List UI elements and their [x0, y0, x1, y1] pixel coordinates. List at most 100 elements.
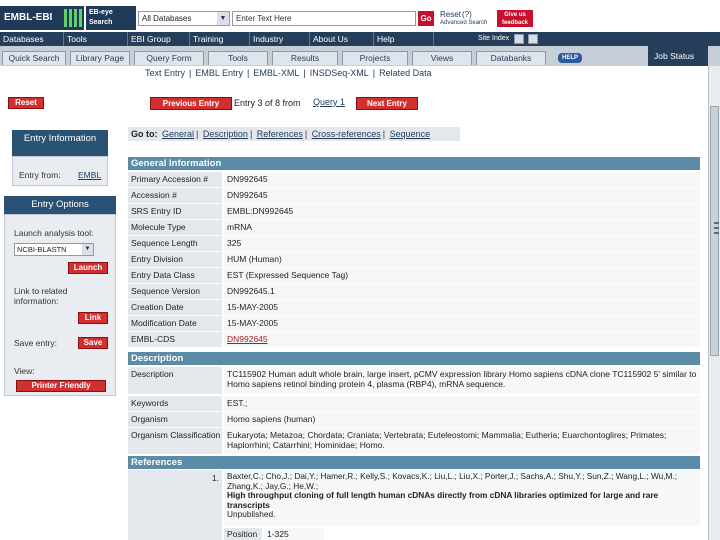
reference-number: 1.: [128, 470, 222, 540]
row-key: Entry Division: [128, 252, 222, 267]
info-row-molecule-type: Molecule Type mRNA: [128, 220, 700, 235]
info-row-srs-entry-id: SRS Entry ID EMBL:DN992645: [128, 204, 700, 219]
info-row-entry-data-class: Entry Data Class EST (Expressed Sequence …: [128, 268, 700, 283]
link-embl-entry[interactable]: EMBL Entry: [195, 68, 243, 78]
embl-ebi-logo[interactable]: EMBL-EBI: [0, 6, 84, 30]
save-button[interactable]: Save: [78, 337, 108, 349]
link-related-data[interactable]: Related Data: [379, 68, 432, 78]
row-value: DN992645.1: [224, 284, 700, 299]
tab-databanks[interactable]: Databanks: [476, 51, 546, 65]
row-key: Keywords: [128, 396, 222, 411]
view-label: View:: [14, 366, 35, 376]
description-header: Description: [128, 352, 700, 365]
previous-entry-button[interactable]: Previous Entry: [150, 97, 232, 110]
entry-position-text: Entry 3 of 8 from: [234, 98, 301, 108]
tab-library-page[interactable]: Library Page: [70, 51, 130, 65]
search-input[interactable]: Enter Text Here: [232, 11, 416, 26]
organism-classification-row: Organism Classification Eukaryota; Metazo…: [128, 428, 700, 454]
reset-link[interactable]: Reset: [440, 10, 461, 19]
reset-button[interactable]: Reset: [8, 97, 44, 109]
row-value: EST.;: [224, 396, 700, 411]
printer-friendly-button[interactable]: Printer Friendly: [16, 380, 106, 392]
tab-quick-search[interactable]: Quick Search: [2, 51, 66, 65]
advanced-search-link[interactable]: Advanced Search: [440, 20, 487, 26]
go-button[interactable]: Go: [418, 11, 434, 26]
row-key: Creation Date: [128, 300, 222, 315]
tab-projects[interactable]: Projects: [342, 51, 408, 65]
reference-title: High throughput cloning of full length h…: [227, 490, 659, 510]
row-key: Sequence Version: [128, 284, 222, 299]
info-row-entry-division: Entry Division HUM (Human): [128, 252, 700, 267]
scrollbar-thumb[interactable]: [710, 106, 719, 356]
nav-databases[interactable]: Databases: [0, 32, 64, 46]
goto-sequence[interactable]: Sequence: [390, 129, 431, 139]
row-value: EMBL:DN992645: [224, 204, 700, 219]
grip-icon: [714, 227, 719, 229]
nav-ebi-group[interactable]: EBI Group: [128, 32, 190, 46]
embl-cds-link[interactable]: DN992645: [224, 332, 700, 347]
entry-format-links: Text Entry | EMBL Entry | EMBL-XML | INSDSeq-X…: [145, 68, 432, 78]
link-text-entry[interactable]: Text Entry: [145, 68, 185, 78]
goto-references[interactable]: References: [257, 129, 303, 139]
entry-from-link[interactable]: EMBL: [78, 170, 101, 180]
help-button[interactable]: HELP: [558, 53, 582, 63]
tab-tools[interactable]: Tools: [208, 51, 268, 65]
launch-analysis-label: Launch analysis tool:: [14, 228, 94, 238]
vertical-scrollbar[interactable]: [708, 66, 720, 540]
row-value: 15-MAY-2005: [224, 300, 700, 315]
row-key: Sequence Length: [128, 236, 222, 251]
goto-cross-references[interactable]: Cross-references: [312, 129, 381, 139]
row-value: Homo sapiens (human): [224, 412, 700, 427]
entry-options-header: Entry Options: [4, 196, 116, 214]
row-key: Description: [128, 367, 222, 394]
row-value: DN992645: [224, 172, 700, 187]
goto-label: Go to:: [131, 129, 158, 139]
tab-results[interactable]: Results: [272, 51, 338, 65]
tab-views[interactable]: Views: [412, 51, 472, 65]
grip-icon: [714, 222, 719, 224]
print-icon[interactable]: [514, 34, 524, 44]
row-value: 325: [224, 236, 700, 251]
job-status-tab[interactable]: Job Status: [648, 46, 708, 66]
row-value: mRNA: [224, 220, 700, 235]
nav-industry[interactable]: Industry: [250, 32, 310, 46]
site-index-link[interactable]: Site Index: [478, 32, 509, 46]
row-key: EMBL-CDS: [128, 332, 222, 347]
row-key: Organism: [128, 412, 222, 427]
nav-tools[interactable]: Tools: [64, 32, 128, 46]
rss-icon[interactable]: [528, 34, 538, 44]
help-question-link[interactable]: (?): [462, 10, 472, 19]
goto-bar: Go to: General | Description | References |…: [128, 127, 460, 141]
page: EMBL-EBI EB-eye Search All Databases ▼ En…: [0, 0, 720, 540]
launch-button[interactable]: Launch: [68, 262, 108, 274]
row-key: SRS Entry ID: [128, 204, 222, 219]
link-insdseq-xml[interactable]: INSDSeq-XML: [310, 68, 369, 78]
goto-general[interactable]: General: [162, 129, 194, 139]
goto-description[interactable]: Description: [203, 129, 248, 139]
link-related-label: Link to related information:: [14, 286, 68, 306]
next-entry-button[interactable]: Next Entry: [356, 97, 418, 110]
chevron-down-icon: ▼: [82, 244, 93, 255]
nav-training[interactable]: Training: [190, 32, 250, 46]
tab-query-form[interactable]: Query Form: [134, 51, 204, 65]
entry-from-label: Entry from:: [19, 170, 61, 180]
keywords-row: Keywords EST.;: [128, 396, 700, 411]
row-value: 15-MAY-2005: [224, 316, 700, 331]
row-value: TC115902 Human adult whole brain, large …: [224, 367, 700, 394]
link-embl-xml[interactable]: EMBL-XML: [253, 68, 299, 78]
nav-about-us[interactable]: About Us: [310, 32, 374, 46]
database-select[interactable]: All Databases ▼: [138, 11, 230, 26]
reference-entry: 1. Baxter,C.; Cho,J.; Dai,Y.; Hamer,R.; …: [128, 470, 700, 540]
info-row-accession: Accession # DN992645: [128, 188, 700, 203]
row-key: Entry Data Class: [128, 268, 222, 283]
link-button[interactable]: Link: [78, 312, 108, 324]
info-row-creation-date: Creation Date 15-MAY-2005: [128, 300, 700, 315]
nav-help[interactable]: Help: [374, 32, 434, 46]
feedback-button[interactable]: Give us feedback: [497, 10, 533, 27]
references-header: References: [128, 456, 700, 469]
row-value: EST (Expressed Sequence Tag): [224, 268, 700, 283]
entry-information-header: Entry Information: [12, 130, 108, 156]
row-key: Organism Classification: [128, 428, 222, 454]
launch-tool-select[interactable]: NCBI-BLASTN ▼: [14, 243, 94, 256]
query-link[interactable]: Query 1: [313, 97, 345, 108]
